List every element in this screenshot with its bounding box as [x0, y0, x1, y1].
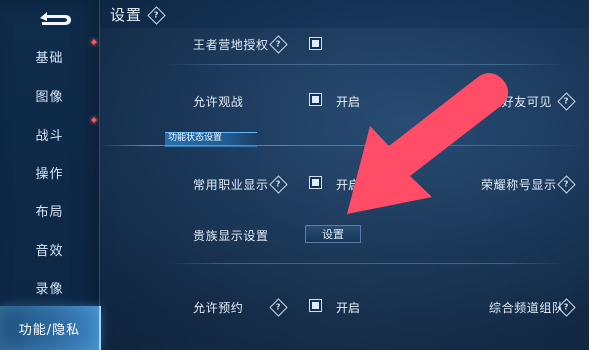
king-camp-auth-checkbox[interactable]: [309, 37, 322, 50]
sidebar-item-label: 功能/隐私: [18, 322, 81, 338]
allow-spectate-label: 允许观战: [193, 95, 244, 109]
open-friend-visible-label: 放好友可见: [489, 95, 553, 109]
sidebar-item-label: 录像: [35, 281, 64, 297]
honor-title-display-label: 荣耀称号显示: [481, 178, 557, 192]
sidebar-item-label: 战斗: [35, 128, 64, 144]
sidebar-item-label: 图像: [35, 89, 64, 105]
general-channel-team-label: 综合频道组队: [489, 301, 565, 315]
allow-reserve-label: 允许预约: [193, 301, 244, 315]
common-job-display-checkbox[interactable]: [309, 176, 322, 189]
row-divider: [165, 263, 565, 264]
sidebar-item-battle[interactable]: 战斗: [0, 120, 99, 148]
noble-display-setting-label: 贵族显示设置: [193, 229, 269, 243]
king-camp-auth-label: 王者营地授权: [193, 38, 269, 52]
row-divider: [165, 64, 565, 65]
page-title: 设置: [110, 6, 143, 24]
common-job-display-label: 常用职业显示: [193, 178, 269, 192]
sidebar: 基础 图像 战斗 操作 布局 音效 录像 功能/隐私: [0, 0, 101, 350]
common-job-display-status: 开启: [336, 178, 361, 192]
allow-reserve-status: 开启: [336, 301, 361, 315]
section-divider: [99, 145, 589, 146]
noble-display-settings-button[interactable]: 设置: [305, 225, 361, 243]
feature-status-tab-label: 功能状态设置: [168, 133, 223, 143]
sidebar-item-basic[interactable]: 基础: [0, 42, 99, 70]
sidebar-item-label: 操作: [35, 166, 64, 182]
allow-reserve-checkbox[interactable]: [309, 299, 322, 312]
sidebar-item-layout[interactable]: 布局: [0, 196, 99, 224]
sidebar-item-label: 基础: [35, 50, 64, 66]
back-button[interactable]: [34, 8, 76, 28]
sidebar-item-image[interactable]: 图像: [0, 81, 99, 109]
sidebar-item-sound[interactable]: 音效: [0, 235, 99, 263]
sidebar-item-operation[interactable]: 操作: [0, 158, 99, 186]
sidebar-item-replay[interactable]: 录像: [0, 273, 99, 301]
help-icon[interactable]: ?: [147, 6, 166, 25]
sidebar-item-function-privacy[interactable]: 功能/隐私: [0, 306, 101, 350]
sidebar-item-label: 布局: [35, 204, 64, 220]
sidebar-item-label: 音效: [35, 243, 64, 259]
back-arrow-icon: [40, 12, 71, 25]
allow-spectate-status: 开启: [336, 95, 361, 109]
allow-spectate-checkbox[interactable]: [309, 93, 322, 106]
